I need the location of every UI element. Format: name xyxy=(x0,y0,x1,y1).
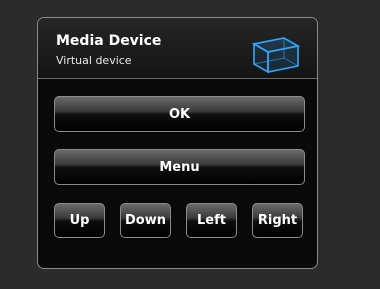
left-button[interactable]: Left xyxy=(186,203,237,238)
right-button[interactable]: Right xyxy=(252,203,303,238)
device-header: Media Device Virtual device xyxy=(38,18,317,79)
device-subtitle: Virtual device xyxy=(56,54,132,67)
up-button[interactable]: Up xyxy=(54,203,105,238)
menu-button[interactable]: Menu xyxy=(54,149,305,185)
device-title: Media Device xyxy=(56,33,162,49)
ok-button[interactable]: OK xyxy=(54,96,305,132)
down-button[interactable]: Down xyxy=(120,203,171,238)
cube-icon xyxy=(251,37,301,74)
media-device-panel: Media Device Virtual device OK Menu Up D… xyxy=(37,17,318,269)
